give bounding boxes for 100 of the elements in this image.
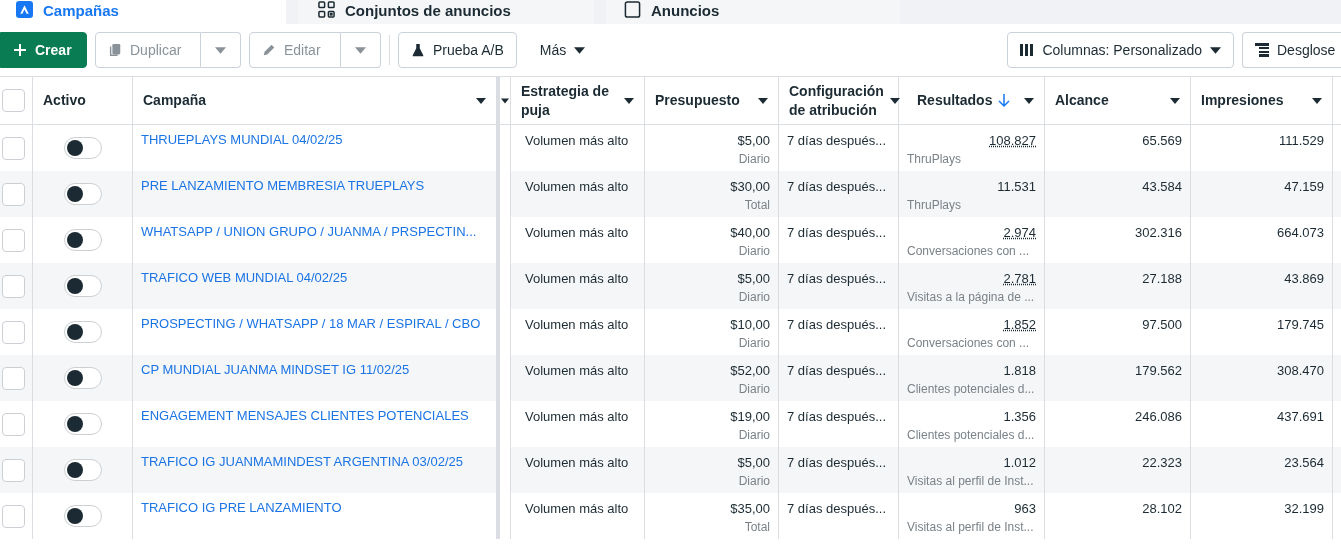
results-value[interactable]: 1.852: [1003, 316, 1036, 333]
attribution-text: 7 días después...: [787, 132, 887, 149]
impressions-value: 664.073: [1277, 224, 1324, 241]
campaign-link[interactable]: TRAFICO IG PRE LANZAMIENTO: [141, 500, 342, 515]
results-value: 963: [1014, 500, 1036, 517]
column-header[interactable]: Alcance: [1055, 91, 1164, 110]
tab[interactable]: Campañas: [0, 0, 286, 24]
row-checkbox[interactable]: [2, 275, 25, 298]
toggle-switch[interactable]: [63, 413, 102, 435]
budget-amount: $5,00: [737, 132, 770, 149]
tab[interactable]: Anuncios: [606, 0, 900, 24]
columns-button[interactable]: Columnas: Personalizado: [1007, 32, 1234, 68]
caret-icon: [1210, 46, 1221, 54]
columns-icon: [1020, 43, 1035, 57]
campaign-link[interactable]: WHATSAPP / UNION GRUPO / JUANMA / PRSPECTIN...: [141, 224, 477, 239]
campaign-link[interactable]: PRE LANZAMIENTO MEMBRESIA TRUEPLAYS: [141, 178, 425, 193]
results-value[interactable]: 2.781: [1003, 270, 1036, 287]
results-value: 1.012: [1003, 454, 1036, 471]
bid-strategy-text: Volumen más alto: [525, 500, 630, 517]
impressions-value: 179.745: [1277, 316, 1324, 333]
ab-test-button[interactable]: Prueba A/B: [398, 32, 517, 68]
budget-type-text: Diario: [738, 382, 770, 396]
row-checkbox[interactable]: [2, 459, 25, 482]
toggle-switch[interactable]: [63, 505, 102, 527]
result-type-text: Visitas al perfil de Inst...: [907, 520, 1034, 534]
campaign-link[interactable]: PROSPECTING / WHATSAPP / 18 MAR / ESPIRAL / CBO: [141, 316, 481, 331]
row-checkbox[interactable]: [2, 413, 25, 436]
attribution-text: 7 días después...: [787, 316, 887, 333]
reach-value: 65.569: [1142, 132, 1182, 149]
pencil-icon: [262, 43, 276, 57]
result-type-text: Clientes potenciales d...: [907, 382, 1035, 396]
caret-icon[interactable]: [501, 97, 509, 104]
result-type-text: Visitas a la página de ...: [907, 290, 1035, 304]
results-value[interactable]: 2.974: [1003, 224, 1036, 241]
toggle-switch[interactable]: [63, 275, 102, 297]
bid-strategy-text: Volumen más alto: [525, 454, 630, 471]
impressions-value: 47.159: [1284, 178, 1324, 195]
toggle-switch[interactable]: [63, 367, 102, 389]
row-checkbox[interactable]: [2, 367, 25, 390]
tab[interactable]: Conjuntos de anuncios: [298, 0, 594, 24]
campaign-link[interactable]: ENGAGEMENT MENSAJES CLIENTES POTENCIALES: [141, 408, 469, 423]
column-header[interactable]: Activo: [43, 91, 122, 110]
result-type-text: Visitas al perfil de Inst...: [907, 474, 1034, 488]
campaign-link[interactable]: TRAFICO WEB MUNDIAL 04/02/25: [141, 270, 348, 285]
bid-strategy-text: Volumen más alto: [525, 270, 630, 287]
reach-value: 27.188: [1142, 270, 1182, 287]
column-header[interactable]: Configuración de atribución: [789, 81, 884, 120]
toggle-switch[interactable]: [63, 183, 102, 205]
caret-icon[interactable]: [476, 97, 486, 104]
attribution-text: 7 días después...: [787, 408, 887, 425]
column-header[interactable]: Presupuesto: [655, 91, 752, 110]
caret-icon[interactable]: [889, 97, 900, 104]
result-type-text: Clientes potenciales d...: [907, 428, 1035, 442]
row-checkbox[interactable]: [2, 137, 25, 160]
create-button[interactable]: Crear: [0, 32, 87, 68]
breakdown-button[interactable]: Desglose: [1242, 32, 1341, 68]
column-header[interactable]: Impresiones: [1201, 91, 1306, 110]
impressions-value: 111.529: [1278, 132, 1324, 149]
reach-value: 246.086: [1135, 408, 1182, 425]
budget-amount: $5,00: [737, 270, 770, 287]
row-checkbox[interactable]: [2, 229, 25, 252]
row-checkbox[interactable]: [2, 505, 25, 528]
attribution-text: 7 días después...: [787, 270, 887, 287]
flask-icon: [411, 43, 425, 57]
campaign-link[interactable]: THRUEPLAYS MUNDIAL 04/02/25: [141, 132, 343, 147]
caret-icon: [215, 46, 226, 54]
column-header[interactable]: Estrategia de puja: [521, 81, 618, 120]
row-checkbox[interactable]: [2, 321, 25, 344]
grid-icon: [318, 1, 335, 18]
budget-type-text: Total: [744, 520, 770, 534]
results-value: 1.818: [1003, 362, 1036, 379]
caret-icon[interactable]: [758, 97, 768, 104]
breakdown-icon: [1255, 43, 1269, 57]
campaign-link[interactable]: CP MUNDIAL JUANMA MINDSET IG 11/02/25: [141, 362, 410, 377]
caret-icon[interactable]: [624, 97, 634, 104]
toggle-switch[interactable]: [63, 459, 102, 481]
bid-strategy-text: Volumen más alto: [525, 316, 630, 333]
budget-amount: $30,00: [730, 178, 770, 195]
select-all-checkbox[interactable]: [2, 89, 25, 112]
caret-icon[interactable]: [1170, 97, 1180, 104]
toggle-switch[interactable]: [63, 321, 102, 343]
campaign-link[interactable]: TRAFICO IG JUANMAMINDEST ARGENTINA 03/02/25: [141, 454, 463, 469]
campaign-icon: [16, 1, 33, 18]
toggle-switch[interactable]: [63, 137, 102, 159]
results-value[interactable]: 108.827: [989, 132, 1036, 149]
attribution-text: 7 días después...: [787, 224, 887, 241]
reach-value: 302.316: [1135, 224, 1182, 241]
column-header[interactable]: Resultados: [917, 91, 993, 110]
budget-amount: $52,00: [730, 362, 770, 379]
caret-icon[interactable]: [1024, 97, 1034, 104]
attribution-text: 7 días después...: [787, 500, 887, 517]
caret-icon[interactable]: [1312, 97, 1322, 104]
toggle-switch[interactable]: [63, 229, 102, 251]
impressions-value: 43.869: [1284, 270, 1324, 287]
budget-amount: $35,00: [730, 500, 770, 517]
budget-amount: $40,00: [730, 224, 770, 241]
reach-value: 97.500: [1142, 316, 1182, 333]
column-header[interactable]: Campaña: [143, 91, 470, 110]
impressions-value: 308.470: [1277, 362, 1324, 379]
row-checkbox[interactable]: [2, 183, 25, 206]
